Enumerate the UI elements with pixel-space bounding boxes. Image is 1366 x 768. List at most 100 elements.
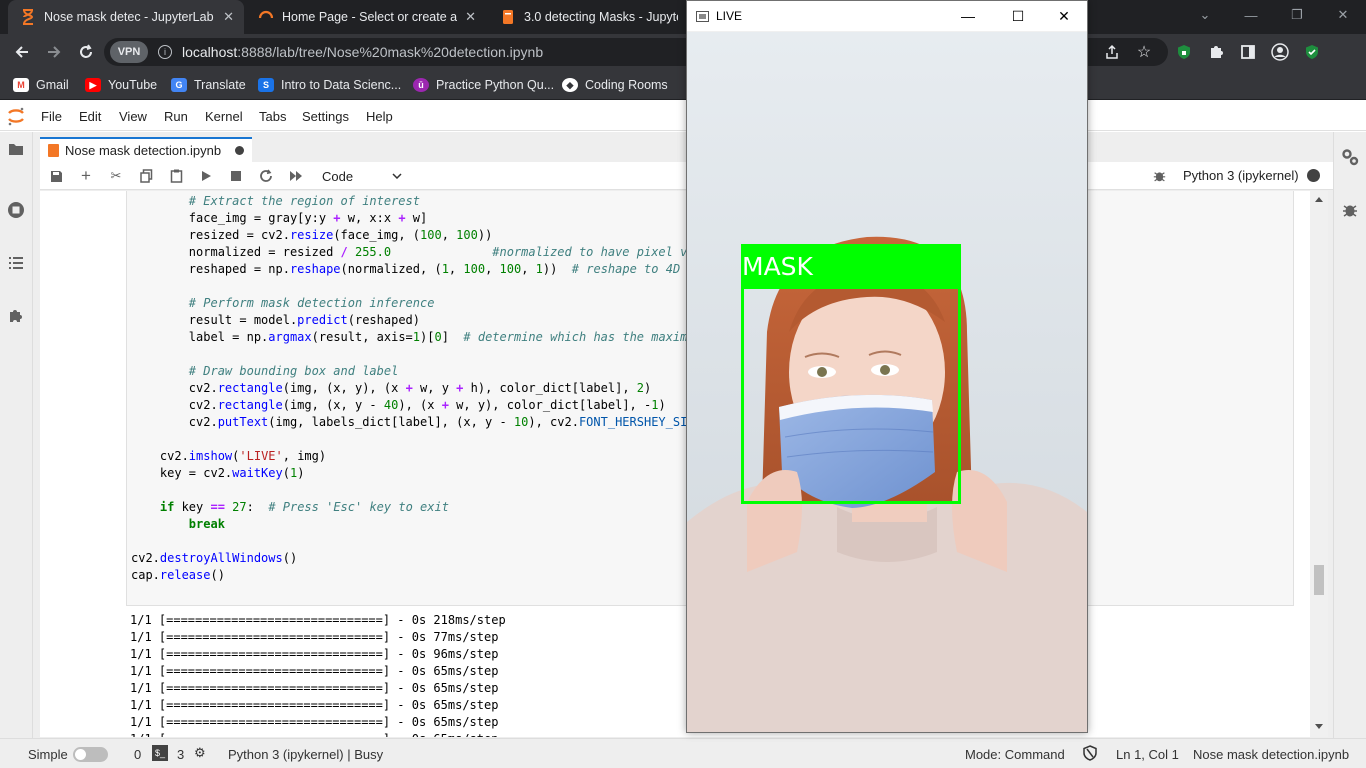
extensions-puzzle-icon[interactable] bbox=[1202, 38, 1230, 66]
kernel-status[interactable]: Python 3 (ipykernel) | Busy bbox=[228, 747, 383, 762]
copy-icon[interactable] bbox=[136, 167, 156, 185]
browser-tab-jupyterlab[interactable]: Nose mask detec - JupyterLab ✕ bbox=[8, 0, 244, 34]
tab-search-chevron-icon[interactable]: ⌄ bbox=[1182, 0, 1228, 30]
restart-run-all-icon[interactable] bbox=[286, 167, 306, 185]
cursor-position[interactable]: Ln 1, Col 1 bbox=[1116, 747, 1179, 762]
kernel-busy-indicator-icon bbox=[1307, 169, 1320, 182]
property-inspector-gears-icon[interactable] bbox=[1339, 146, 1361, 168]
reload-icon[interactable] bbox=[72, 38, 100, 66]
terminal-count: 0 bbox=[134, 747, 142, 762]
bookmark-star-icon[interactable]: ☆ bbox=[1130, 38, 1158, 66]
jupyter-spinner-icon bbox=[258, 9, 274, 25]
cut-scissors-icon[interactable]: ✂ bbox=[106, 167, 126, 185]
close-window-icon[interactable]: ✕ bbox=[1041, 1, 1087, 31]
cell-type-dropdown[interactable]: Code bbox=[322, 167, 402, 185]
kernel-count: 3 bbox=[177, 747, 185, 762]
minimize-icon[interactable]: — bbox=[1228, 0, 1274, 30]
doc-tab-title: Nose mask detection.ipynb bbox=[65, 143, 222, 158]
bookmark-intro-data-science[interactable]: S Intro to Data Scienc... bbox=[258, 76, 401, 94]
maximize-icon[interactable]: ☐ bbox=[995, 1, 1041, 31]
menu-view[interactable]: View bbox=[119, 109, 147, 124]
scroll-up-arrow-icon[interactable] bbox=[1315, 196, 1323, 202]
file-browser-folder-icon[interactable] bbox=[5, 138, 27, 160]
security-check-icon[interactable] bbox=[1298, 38, 1326, 66]
live-window-title: LIVE bbox=[716, 9, 743, 23]
practice-logo-icon: ū bbox=[413, 78, 429, 92]
tab-title: Nose mask detec - JupyterLab bbox=[44, 10, 214, 24]
jupyter-hourglass-icon bbox=[20, 9, 36, 25]
browser-tab-detecting-masks[interactable]: 3.0 detecting Masks - Jupyter N bbox=[488, 0, 688, 34]
jupyter-menu-bar: File Edit View Run Kernel Tabs Settings … bbox=[0, 101, 1366, 131]
browser-tab-strip: Nose mask detec - JupyterLab ✕ Home Page… bbox=[0, 0, 1366, 34]
menu-file[interactable]: File bbox=[41, 109, 62, 124]
extensions-puzzle-icon[interactable] bbox=[5, 305, 27, 327]
running-kernels-icon[interactable] bbox=[5, 199, 27, 221]
bookmark-gmail[interactable]: M Gmail bbox=[13, 76, 69, 94]
unsaved-dot-icon[interactable] bbox=[235, 146, 244, 155]
interrupt-stop-icon[interactable] bbox=[226, 167, 246, 185]
gmail-icon: M bbox=[13, 78, 29, 92]
vpn-badge[interactable]: VPN bbox=[110, 41, 148, 63]
notebook-icon bbox=[500, 9, 516, 25]
side-panel-icon[interactable] bbox=[1234, 38, 1262, 66]
back-arrow-icon[interactable] bbox=[8, 38, 36, 66]
kernel-name[interactable]: Python 3 (ipykernel) bbox=[1183, 168, 1299, 183]
minimize-icon[interactable]: — bbox=[945, 1, 991, 31]
bookmarks-bar: M Gmail ▶ YouTube G Translate S Intro to… bbox=[0, 70, 1366, 100]
restart-kernel-icon[interactable] bbox=[256, 167, 276, 185]
kernel-gear-icon[interactable]: ⚙ bbox=[194, 745, 206, 761]
trusted-shield-icon[interactable] bbox=[1083, 745, 1097, 764]
window-app-icon bbox=[696, 10, 709, 22]
status-bar: Simple 0 $_ 3 ⚙ Python 3 (ipykernel) | B… bbox=[0, 738, 1366, 768]
right-sidebar bbox=[1333, 132, 1366, 738]
save-icon[interactable] bbox=[46, 167, 66, 185]
notebook-panel: # Extract the region of interest face_im… bbox=[40, 191, 1328, 737]
menu-settings[interactable]: Settings bbox=[302, 109, 349, 124]
debugger-bug-icon[interactable] bbox=[1149, 167, 1169, 185]
url-text[interactable]: localhost:8888/lab/tree/Nose%20mask%20de… bbox=[182, 44, 543, 60]
table-of-contents-icon[interactable] bbox=[5, 252, 27, 274]
extension-shield-icon[interactable] bbox=[1170, 38, 1198, 66]
translate-icon: G bbox=[171, 78, 187, 92]
tab-title: 3.0 detecting Masks - Jupyter N bbox=[524, 10, 678, 24]
restore-icon[interactable]: ❐ bbox=[1274, 0, 1320, 30]
bookmark-coding-rooms[interactable]: ◆ Coding Rooms bbox=[562, 76, 668, 94]
close-tab-icon[interactable]: ✕ bbox=[223, 9, 234, 25]
coding-rooms-icon: ◆ bbox=[562, 78, 578, 92]
tab-title: Home Page - Select or create a n bbox=[282, 10, 458, 24]
menu-tabs[interactable]: Tabs bbox=[259, 109, 286, 124]
insert-cell-plus-icon[interactable]: + bbox=[76, 166, 96, 185]
profile-icon[interactable] bbox=[1266, 38, 1294, 66]
left-sidebar bbox=[0, 132, 33, 738]
scrollbar-thumb[interactable] bbox=[1314, 565, 1324, 595]
chevron-down-icon bbox=[392, 173, 402, 179]
status-file-name: Nose mask detection.ipynb bbox=[1193, 747, 1350, 762]
bookmark-practice-python[interactable]: ū Practice Python Qu... bbox=[413, 76, 554, 94]
terminal-icon[interactable]: $_ bbox=[152, 745, 168, 761]
close-tab-icon[interactable]: ✕ bbox=[465, 9, 476, 25]
debugger-bug-icon[interactable] bbox=[1339, 199, 1361, 221]
run-cell-play-icon[interactable] bbox=[196, 167, 216, 185]
share-icon[interactable] bbox=[1098, 38, 1126, 66]
site-info-icon[interactable]: i bbox=[158, 45, 172, 59]
menu-edit[interactable]: Edit bbox=[79, 109, 101, 124]
scroll-down-arrow-icon[interactable] bbox=[1315, 724, 1323, 730]
simple-mode-toggle[interactable] bbox=[73, 747, 108, 762]
bookmark-youtube[interactable]: ▶ YouTube bbox=[85, 76, 157, 94]
youtube-icon: ▶ bbox=[85, 78, 101, 92]
browser-tab-home[interactable]: Home Page - Select or create a n ✕ bbox=[246, 0, 486, 34]
menu-run[interactable]: Run bbox=[164, 109, 188, 124]
notebook-scrollbar[interactable] bbox=[1310, 191, 1328, 737]
close-window-icon[interactable]: ✕ bbox=[1320, 0, 1366, 30]
cell-output: 1/1 [==============================] - 0… bbox=[130, 613, 506, 737]
forward-arrow-icon[interactable] bbox=[40, 38, 68, 66]
live-video-window[interactable]: LIVE — ☐ ✕ MASK bbox=[686, 0, 1088, 733]
live-window-titlebar[interactable]: LIVE — ☐ ✕ bbox=[687, 1, 1087, 31]
paste-icon[interactable] bbox=[166, 167, 186, 185]
notebook-doc-tab[interactable]: Nose mask detection.ipynb bbox=[40, 137, 252, 162]
jupyter-logo-icon bbox=[8, 107, 24, 126]
menu-help[interactable]: Help bbox=[366, 109, 393, 124]
menu-kernel[interactable]: Kernel bbox=[205, 109, 243, 124]
live-camera-frame: MASK bbox=[687, 32, 1087, 732]
bookmark-translate[interactable]: G Translate bbox=[171, 76, 246, 94]
